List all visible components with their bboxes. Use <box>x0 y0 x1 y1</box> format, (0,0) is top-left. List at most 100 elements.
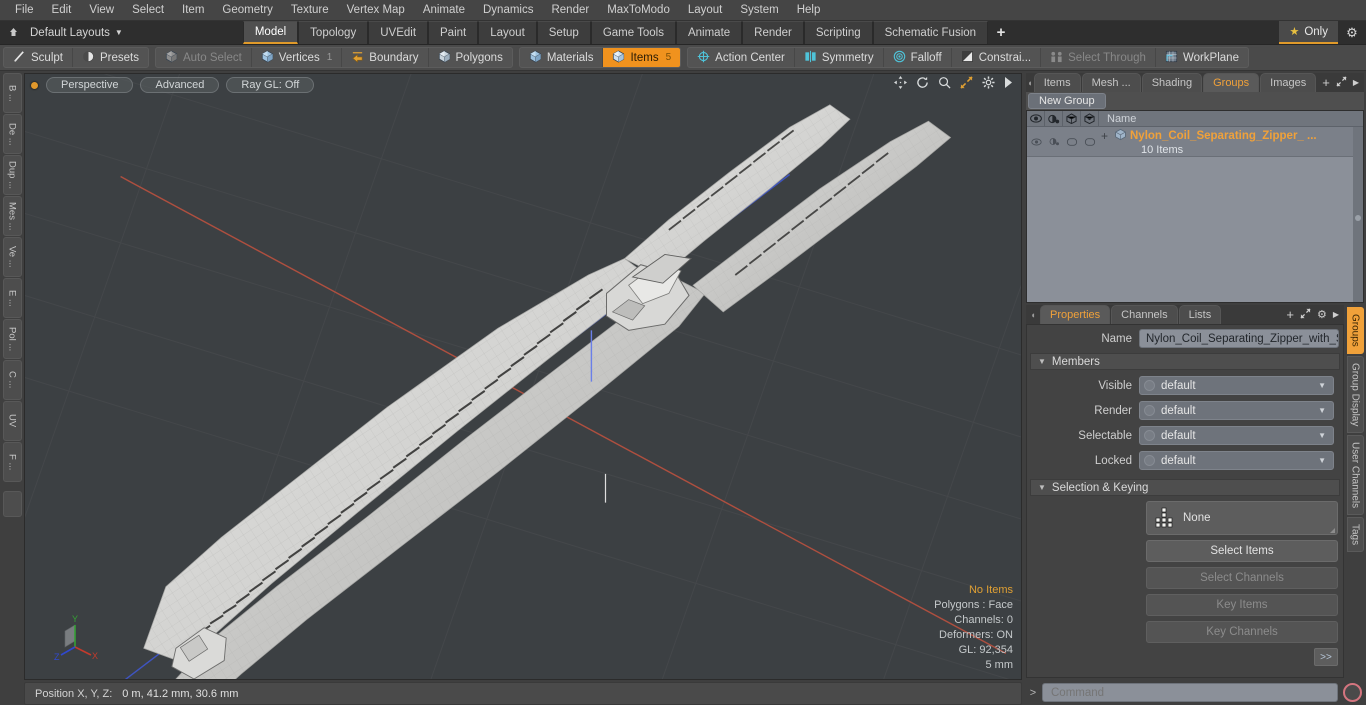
properties-tab-lists[interactable]: Lists <box>1178 305 1222 324</box>
layout-tab-paint[interactable]: Paint <box>428 21 479 44</box>
groups-tab-shading[interactable]: Shading <box>1141 73 1203 92</box>
select-items-button[interactable]: Select Items <box>1146 540 1338 562</box>
menu-item-dynamics[interactable]: Dynamics <box>474 0 542 21</box>
toolbar-button-presets[interactable]: Presets <box>73 48 148 67</box>
play-icon[interactable] <box>1004 77 1013 90</box>
layout-tab-animate[interactable]: Animate <box>675 21 743 44</box>
rotate-icon[interactable] <box>916 76 929 91</box>
menu-item-render[interactable]: Render <box>542 0 598 21</box>
menu-item-animate[interactable]: Animate <box>414 0 474 21</box>
goto-button[interactable]: >> <box>1314 648 1338 666</box>
properties-tab-properties[interactable]: Properties <box>1040 305 1111 324</box>
panel-arrow-icon[interactable]: ▶ <box>1353 78 1359 87</box>
table-row[interactable]: + Nylon_Coil_Separating_Zipper_ ... 10 I… <box>1027 127 1363 157</box>
left-tab-7[interactable]: C ... <box>2 360 22 400</box>
toolbar-button-falloff[interactable]: Falloff <box>884 48 952 67</box>
groups-tab-mesh[interactable]: Mesh ... <box>1081 73 1141 92</box>
fit-icon[interactable] <box>960 76 973 91</box>
left-tab-0[interactable]: B ... <box>2 73 22 113</box>
row-item-toggle-b[interactable] <box>1081 127 1099 156</box>
row-render-toggle[interactable] <box>1045 127 1063 156</box>
member-dropdown-render[interactable]: default ▼ <box>1139 401 1334 420</box>
groups-tree[interactable]: Name + Nylon_Coil_Separating_Zipper_ ...… <box>1026 110 1364 303</box>
viewport-shading-button[interactable]: Advanced <box>140 77 220 93</box>
groups-tree-scrollbar[interactable] <box>1353 127 1363 302</box>
toolbar-button-vertices[interactable]: Vertices 1 <box>252 48 343 67</box>
scrollbar-knob[interactable] <box>1355 214 1361 221</box>
row-item-toggle-a[interactable] <box>1063 127 1081 156</box>
move-icon[interactable] <box>894 76 907 91</box>
menu-item-select[interactable]: Select <box>123 0 173 21</box>
properties-arrow-icon[interactable]: ▶ <box>1333 310 1339 319</box>
toolbar-button-select-through[interactable]: Select Through <box>1041 48 1156 67</box>
menu-item-maxtomodo[interactable]: MaxToModo <box>598 0 679 21</box>
viewport-raygl-button[interactable]: Ray GL: Off <box>226 77 315 93</box>
3d-viewport[interactable]: Perspective Advanced Ray GL: Off No Item… <box>24 73 1022 680</box>
member-dropdown-visible[interactable]: default ▼ <box>1139 376 1334 395</box>
menu-item-help[interactable]: Help <box>788 0 830 21</box>
properties-expand-icon[interactable] <box>1300 307 1311 322</box>
left-tab-1[interactable]: De ... <box>2 114 22 154</box>
viewport-projection-button[interactable]: Perspective <box>46 77 134 93</box>
toolbar-button-symmetry[interactable]: Symmetry <box>795 48 884 67</box>
groups-tab-images[interactable]: Images <box>1260 73 1317 92</box>
layout-tab-scripting[interactable]: Scripting <box>803 21 873 44</box>
member-dropdown-locked[interactable]: default ▼ <box>1139 451 1334 470</box>
home-icon[interactable] <box>0 21 26 44</box>
gear-icon[interactable] <box>982 76 995 91</box>
groups-tab-groups[interactable]: Groups <box>1203 73 1260 92</box>
layout-tab-game-tools[interactable]: Game Tools <box>590 21 676 44</box>
left-tab-4[interactable]: Ve ... <box>2 237 22 277</box>
right-tab-group-display[interactable]: Group Display <box>1346 355 1364 434</box>
toolbar-button-polygons[interactable]: Polygons <box>429 48 512 67</box>
row-expander[interactable]: + <box>1101 129 1111 143</box>
expand-panel-icon[interactable] <box>1336 75 1347 90</box>
right-tab-user-channels[interactable]: User Channels <box>1346 435 1364 516</box>
member-state-circle-icon[interactable] <box>1144 405 1155 416</box>
groups-tree-body[interactable]: + Nylon_Coil_Separating_Zipper_ ... 10 I… <box>1027 127 1363 302</box>
menu-item-vertex-map[interactable]: Vertex Map <box>338 0 414 21</box>
toolbar-button-items[interactable]: Items 5 <box>603 48 681 67</box>
only-toggle-button[interactable]: ★ Only <box>1279 21 1338 44</box>
member-state-circle-icon[interactable] <box>1144 430 1155 441</box>
command-input[interactable] <box>1042 683 1338 702</box>
members-section-header[interactable]: ▼ Members <box>1030 353 1340 370</box>
add-layout-tab-button[interactable]: + <box>988 21 1014 44</box>
zoom-icon[interactable] <box>938 76 951 91</box>
properties-tab-channels[interactable]: Channels <box>1111 305 1178 324</box>
right-tab-groups[interactable]: Groups <box>1346 307 1364 354</box>
member-dropdown-selectable[interactable]: default ▼ <box>1139 426 1334 445</box>
layout-tab-schematic-fusion[interactable]: Schematic Fusion <box>872 21 989 44</box>
member-state-circle-icon[interactable] <box>1144 380 1155 391</box>
toolbar-button-workplane[interactable]: WorkPlane <box>1156 48 1248 67</box>
layout-settings-gear-icon[interactable]: ⚙ <box>1338 21 1366 44</box>
layout-tab-topology[interactable]: Topology <box>298 21 369 44</box>
member-state-circle-icon[interactable] <box>1144 455 1155 466</box>
layout-tab-render[interactable]: Render <box>742 21 804 44</box>
command-record-button[interactable] <box>1343 683 1362 702</box>
properties-panel-menu-icon[interactable]: ◖ <box>1026 305 1040 324</box>
right-tab-tags[interactable]: Tags <box>1346 517 1364 553</box>
toolbar-button-boundary[interactable]: Boundary <box>342 48 429 67</box>
toolbar-button-auto-select[interactable]: Auto Select <box>156 48 252 67</box>
new-group-button[interactable]: New Group <box>1028 93 1106 109</box>
add-tab-button[interactable]: + <box>1322 75 1330 90</box>
toolbar-button-materials[interactable]: Materials <box>520 48 604 67</box>
layout-selector[interactable]: Default Layouts ▼ <box>26 21 133 44</box>
menu-item-layout[interactable]: Layout <box>679 0 732 21</box>
left-tab-6[interactable]: Pol ... <box>2 319 22 359</box>
row-visibility-toggle[interactable] <box>1027 127 1045 156</box>
toolbar-button-constrai[interactable]: Constrai... <box>952 48 1042 67</box>
panel-menu-icon[interactable]: ◖ <box>1026 73 1034 92</box>
properties-add-tab-button[interactable]: + <box>1286 307 1294 322</box>
left-tab-5[interactable]: E ... <box>2 278 22 318</box>
left-tab-8[interactable]: UV <box>2 401 22 441</box>
menu-item-system[interactable]: System <box>731 0 787 21</box>
menu-item-item[interactable]: Item <box>173 0 213 21</box>
properties-gear-icon[interactable]: ⚙ <box>1317 308 1327 321</box>
menu-item-edit[interactable]: Edit <box>43 0 81 21</box>
name-field[interactable]: Nylon_Coil_Separating_Zipper_with_S <box>1139 329 1339 348</box>
menu-item-view[interactable]: View <box>80 0 123 21</box>
layout-tab-uvedit[interactable]: UVEdit <box>368 21 429 44</box>
keying-section-header[interactable]: ▼ Selection & Keying <box>1030 479 1340 496</box>
